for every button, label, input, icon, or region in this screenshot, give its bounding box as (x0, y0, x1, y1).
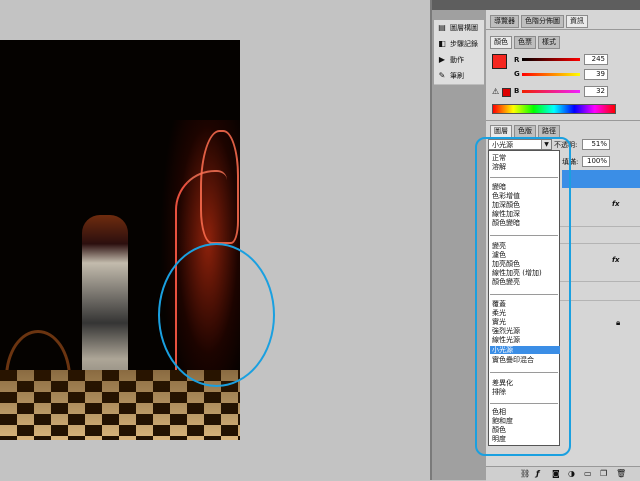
g-value-input[interactable]: 39 (584, 69, 608, 80)
b-value-input[interactable]: 32 (584, 86, 608, 97)
layer-effects-icon[interactable]: fx (612, 256, 620, 264)
layers-bottom-bar: ⛓ ƒ ◙ ◑ ▭ ❐ 🗑︎ (486, 466, 640, 481)
tab-styles[interactable]: 樣式 (538, 36, 560, 49)
side-item-label: 圖層構圖 (450, 24, 478, 32)
selected-layer-row[interactable] (562, 170, 640, 188)
color-tabs: 顏色 色票 樣式 (490, 36, 560, 49)
folder-icon[interactable]: ▭ (584, 469, 592, 478)
document-canvas[interactable] (0, 0, 430, 480)
layer-effects-icon[interactable]: fx (612, 200, 620, 208)
gamut-warning-icon[interactable]: ⚠ (492, 87, 499, 96)
tab-navigator[interactable]: 導覽器 (490, 15, 519, 28)
layer-divider (560, 281, 640, 282)
r-slider[interactable] (522, 58, 580, 61)
highlight-outline-annotation (475, 137, 571, 456)
tab-histogram[interactable]: 色階分佈圖 (521, 15, 564, 28)
layer-comps-icon: ▤ (438, 23, 446, 32)
dock-header[interactable] (432, 0, 486, 10)
side-item-label: 步驟記錄 (450, 40, 478, 48)
new-layer-icon[interactable]: ❐ (600, 469, 607, 478)
b-slider[interactable] (522, 90, 580, 93)
actions-play-icon: ▶ (438, 55, 446, 64)
gamut-swatch[interactable] (502, 88, 511, 97)
side-item-label: 筆刷 (450, 72, 464, 80)
side-item-layer-comps[interactable]: ▤ 圖層構圖 (434, 20, 484, 37)
foreground-color-swatch[interactable] (492, 54, 507, 69)
panel-header[interactable] (486, 0, 640, 10)
g-slider[interactable] (522, 73, 580, 76)
r-value-input[interactable]: 245 (584, 54, 608, 65)
side-item-actions[interactable]: ▶ 動作 (434, 52, 484, 69)
b-label: B (514, 87, 520, 95)
history-icon: ◧ (438, 39, 446, 48)
r-label: R (514, 56, 520, 64)
divider (486, 29, 640, 30)
trash-icon[interactable]: 🗑︎ (616, 469, 626, 478)
add-style-icon[interactable]: ƒ (536, 469, 539, 478)
side-item-label: 動作 (450, 56, 464, 64)
layer-divider (560, 243, 640, 244)
link-icon[interactable]: ⛓ (520, 469, 530, 478)
tab-color[interactable]: 顏色 (490, 36, 512, 49)
color-spectrum-bar[interactable] (492, 104, 616, 114)
divider (486, 120, 640, 121)
light-streak (200, 130, 239, 244)
tab-swatches[interactable]: 色票 (514, 36, 536, 49)
side-item-brushes[interactable]: ✎ 筆刷 (434, 68, 484, 85)
g-label: G (514, 70, 520, 78)
adjustment-icon[interactable]: ◑ (568, 469, 575, 478)
side-item-history[interactable]: ◧ 步驟記錄 (434, 36, 484, 53)
highlight-circle-annotation (158, 243, 275, 387)
opacity-input[interactable]: 51% (582, 139, 610, 150)
layer-divider (560, 300, 640, 301)
mask-icon[interactable]: ◙ (552, 469, 560, 478)
fill-input[interactable]: 100% (582, 156, 610, 167)
tab-info[interactable]: 資訊 (566, 15, 588, 28)
navigator-tabs: 導覽器 色階分佈圖 資訊 (490, 15, 588, 28)
layer-divider (560, 226, 640, 227)
brush-icon: ✎ (438, 71, 446, 80)
lock-icon: 🔒︎ (616, 318, 621, 327)
